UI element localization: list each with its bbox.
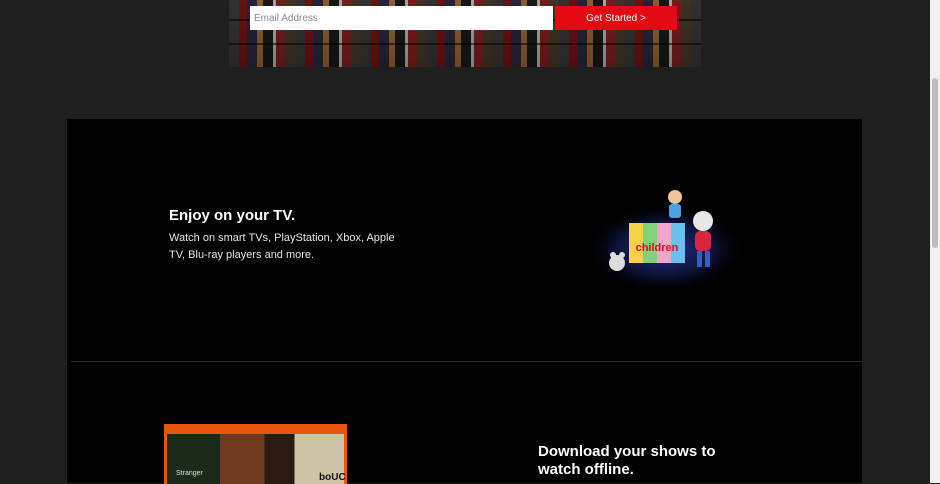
kids-profile-illustration: children bbox=[585, 190, 745, 289]
section-divider bbox=[71, 361, 862, 362]
page-scrollbar[interactable] bbox=[930, 0, 940, 483]
children-label: children bbox=[636, 242, 679, 254]
scrollbar-thumb[interactable] bbox=[932, 78, 938, 248]
email-signup-form: Get Started > bbox=[250, 6, 677, 30]
download-poster-image: Stranger boUC bbox=[164, 424, 347, 484]
get-started-button[interactable]: Get Started > bbox=[555, 6, 677, 30]
tv-section-title: Enjoy on your TV. bbox=[169, 207, 296, 224]
download-section-title: Download your shows to watch offline. bbox=[538, 443, 716, 478]
kid-head bbox=[668, 190, 682, 204]
poster-label-left: Stranger bbox=[176, 470, 203, 477]
email-field[interactable] bbox=[250, 6, 553, 30]
poster-label-right: boUC bbox=[319, 472, 346, 483]
tv-section-description: Watch on smart TVs, PlayStation, Xbox, A… bbox=[169, 232, 395, 261]
cat-head bbox=[693, 211, 713, 231]
